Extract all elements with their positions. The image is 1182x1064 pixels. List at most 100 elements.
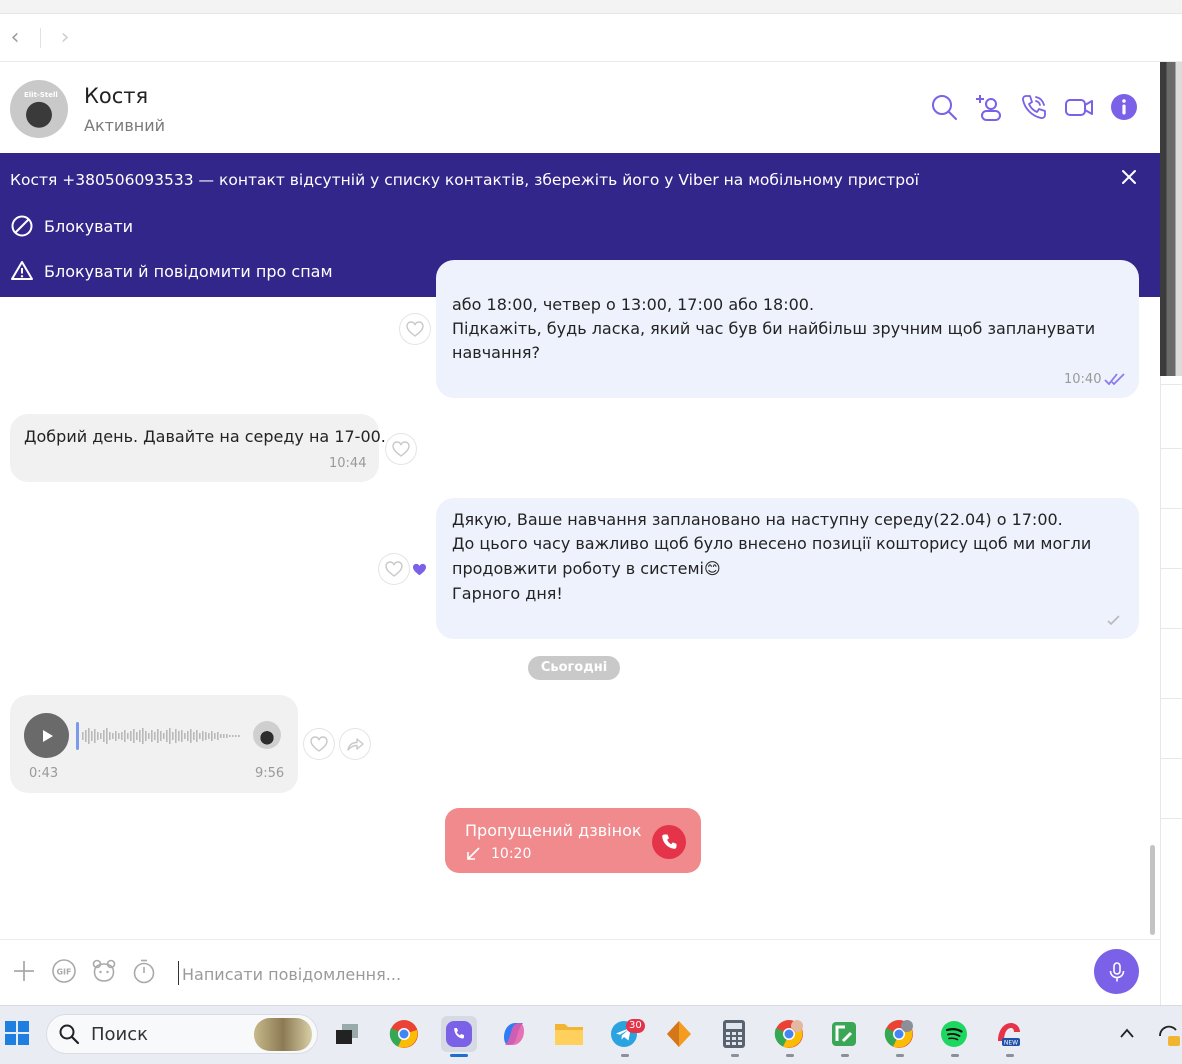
- window-top-strip: [0, 0, 1182, 14]
- running-indicator: [1006, 1054, 1014, 1057]
- panel-divider: [1160, 628, 1182, 629]
- copilot-icon[interactable]: [496, 1016, 532, 1052]
- date-separator: Сьогодні: [528, 656, 620, 680]
- task-view-icon[interactable]: [329, 1016, 365, 1052]
- warning-icon: [11, 261, 33, 280]
- panel-divider: [1160, 384, 1182, 385]
- liked-heart-icon: [413, 563, 426, 576]
- message-text-with-emoji: продовжити роботу в системі😊: [452, 557, 721, 582]
- chrome-profile-icon[interactable]: [771, 1016, 807, 1052]
- gif-icon[interactable]: GIF: [51, 958, 77, 984]
- voice-record-button[interactable]: [1094, 949, 1139, 994]
- block-and-report-spam-button[interactable]: Блокувати й повідомити про спам: [10, 259, 333, 283]
- heart-icon: [310, 736, 328, 752]
- info-icon[interactable]: [1109, 92, 1139, 122]
- running-indicator: [731, 1054, 739, 1057]
- sent-status-icon: [1107, 615, 1120, 626]
- forward-button[interactable]: [340, 729, 370, 759]
- message-time: 10:44: [329, 456, 367, 471]
- avatar[interactable]: Elit-Stell: [10, 80, 68, 138]
- app-icon-new[interactable]: NEW: [991, 1016, 1027, 1052]
- svg-text:GIF: GIF: [56, 968, 71, 977]
- panel-divider: [1160, 758, 1182, 759]
- message-text: навчання?: [452, 343, 540, 362]
- chrome-icon[interactable]: [386, 1016, 422, 1052]
- like-button[interactable]: [379, 554, 409, 584]
- panel-divider: [1160, 568, 1182, 569]
- share-arrow-icon: [347, 738, 364, 751]
- like-button[interactable]: [400, 314, 430, 344]
- chat-scrollbar[interactable]: [1150, 845, 1155, 935]
- incoming-call-arrow-icon: [467, 847, 480, 860]
- running-indicator: [951, 1054, 959, 1057]
- sender-avatar: [253, 721, 281, 749]
- viber-taskbar-icon[interactable]: [441, 1016, 477, 1052]
- message-text: Гарного дня!: [452, 584, 563, 603]
- message-time: 10:20: [491, 846, 532, 862]
- panel-divider: [1160, 508, 1182, 509]
- system-tray-icon[interactable]: [1156, 1022, 1182, 1048]
- app-icon-green[interactable]: [826, 1016, 862, 1052]
- message-text: Дякую, Ваше навчання заплановано на наст…: [452, 510, 1063, 529]
- contact-photo: [1160, 62, 1182, 376]
- timer-icon[interactable]: [131, 958, 157, 984]
- running-indicator: [786, 1054, 794, 1057]
- panel-divider: [1160, 448, 1182, 449]
- heart-icon: [385, 561, 403, 577]
- sticker-icon[interactable]: [91, 958, 117, 984]
- forward-arrow-icon[interactable]: ›: [54, 24, 76, 52]
- running-indicator: [621, 1054, 629, 1057]
- plus-icon[interactable]: [11, 958, 37, 984]
- block-label: Блокувати: [44, 216, 134, 236]
- message-text: До цього часу важливо щоб було внесено п…: [452, 534, 1092, 553]
- audio-call-icon[interactable]: [1019, 92, 1049, 122]
- search-icon[interactable]: [929, 92, 959, 122]
- nav-separator: [40, 28, 41, 48]
- like-button[interactable]: [304, 729, 334, 759]
- running-indicator: [841, 1054, 849, 1057]
- missed-call-label: Пропущений дзвінок: [465, 821, 642, 840]
- message-text: Підкажіть, будь ласка, який час був би н…: [452, 319, 1096, 338]
- message-time: 9:56: [255, 766, 285, 781]
- message-text: або 18:00, четвер о 13:00, 17:00 або 18:…: [452, 295, 815, 314]
- block-button[interactable]: Блокувати: [10, 214, 133, 238]
- message-text: продовжити роботу в системі: [452, 559, 704, 578]
- avatar-logo: Elit-Stell: [24, 91, 58, 99]
- read-check-icon: [1104, 373, 1125, 386]
- file-explorer-icon[interactable]: [551, 1016, 587, 1052]
- block-icon: [11, 215, 33, 237]
- block-spam-label: Блокувати й повідомити про спам: [44, 261, 333, 281]
- close-icon[interactable]: [1118, 166, 1140, 188]
- call-back-button[interactable]: [652, 825, 686, 859]
- telegram-unread-badge: 30: [626, 1019, 645, 1033]
- calculator-icon[interactable]: [716, 1016, 752, 1052]
- voice-waveform[interactable]: [76, 721, 244, 751]
- message-text: Добрий день. Давайте на середу на 17-00.: [24, 427, 386, 446]
- phone-icon: [662, 834, 677, 849]
- back-arrow-icon[interactable]: ‹: [4, 24, 26, 52]
- windows-start-icon[interactable]: [4, 1020, 30, 1046]
- navigation-bar: [0, 14, 1182, 62]
- app-icon-orange[interactable]: [661, 1016, 697, 1052]
- search-icon: [59, 1024, 80, 1045]
- play-button[interactable]: [24, 713, 69, 758]
- message-time: 10:40: [1064, 372, 1102, 387]
- video-call-icon[interactable]: [1064, 92, 1094, 122]
- heart-icon: [392, 441, 410, 457]
- chevron-up-icon[interactable]: [1119, 1027, 1135, 1039]
- smile-emoji: 😊: [703, 559, 721, 578]
- search-label: Поиск: [91, 1024, 149, 1045]
- chrome-profile-icon[interactable]: [881, 1016, 917, 1052]
- contact-status: Активний: [84, 116, 166, 135]
- like-button[interactable]: [386, 434, 416, 464]
- microphone-icon: [1109, 961, 1124, 981]
- text-cursor: [178, 961, 179, 985]
- add-participant-icon[interactable]: [974, 92, 1004, 122]
- search-highlight-image[interactable]: [254, 1018, 312, 1051]
- play-icon: [42, 729, 53, 742]
- contact-name[interactable]: Костя: [84, 84, 148, 108]
- message-input[interactable]: [182, 962, 1062, 986]
- panel-divider: [1160, 698, 1182, 699]
- spotify-icon[interactable]: [936, 1016, 972, 1052]
- voice-elapsed: 0:43: [29, 766, 59, 781]
